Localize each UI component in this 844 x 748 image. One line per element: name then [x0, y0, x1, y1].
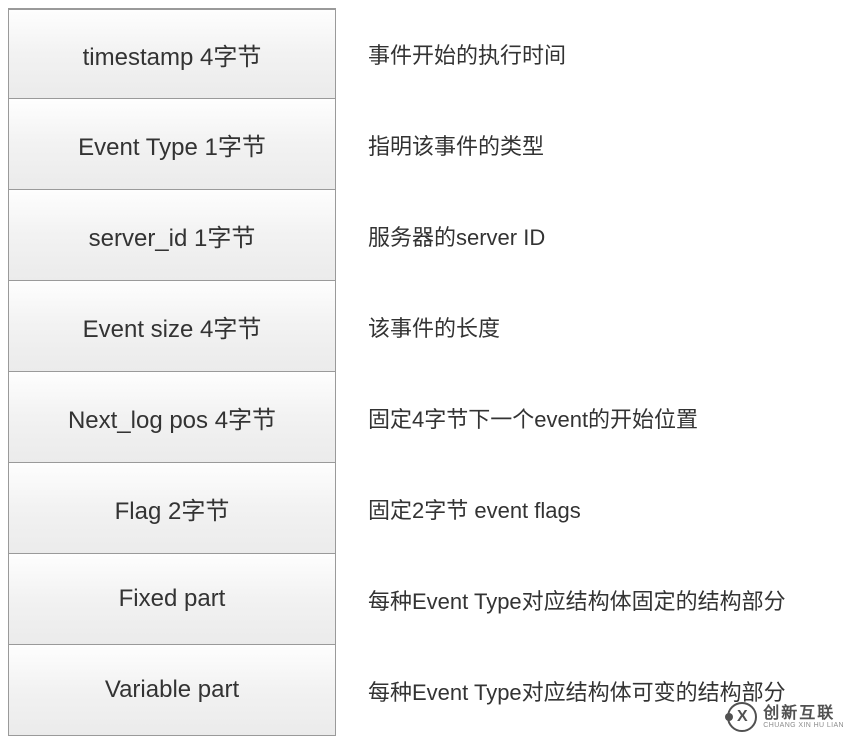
- field-label-timestamp: timestamp 4字节: [8, 8, 336, 99]
- field-desc-fixed-part: 每种Event Type对应结构体固定的结构部分: [336, 554, 786, 645]
- row-timestamp: timestamp 4字节 事件开始的执行时间: [8, 8, 836, 99]
- field-label-variable-part: Variable part: [8, 645, 336, 736]
- field-label-event-type: Event Type 1字节: [8, 99, 336, 190]
- field-label-event-size: Event size 4字节: [8, 281, 336, 372]
- row-event-type: Event Type 1字节 指明该事件的类型: [8, 99, 836, 190]
- field-desc-flag: 固定2字节 event flags: [336, 463, 581, 554]
- row-fixed-part: Fixed part 每种Event Type对应结构体固定的结构部分: [8, 554, 836, 645]
- row-server-id: server_id 1字节 服务器的server ID: [8, 190, 836, 281]
- field-desc-server-id: 服务器的server ID: [336, 190, 545, 281]
- watermark-logo-icon: [727, 702, 757, 732]
- field-label-fixed-part: Fixed part: [8, 554, 336, 645]
- field-desc-next-log-pos: 固定4字节下一个event的开始位置: [336, 372, 698, 463]
- row-variable-part: Variable part 每种Event Type对应结构体可变的结构部分: [8, 645, 836, 736]
- field-desc-timestamp: 事件开始的执行时间: [336, 8, 566, 99]
- field-desc-event-type: 指明该事件的类型: [336, 99, 544, 190]
- watermark-text: 创新互联 CHUANG XIN HU LIAN: [763, 706, 844, 729]
- watermark-en: CHUANG XIN HU LIAN: [763, 722, 844, 729]
- binlog-event-structure-diagram: timestamp 4字节 事件开始的执行时间 Event Type 1字节 指…: [8, 8, 836, 736]
- row-next-log-pos: Next_log pos 4字节 固定4字节下一个event的开始位置: [8, 372, 836, 463]
- field-label-flag: Flag 2字节: [8, 463, 336, 554]
- row-event-size: Event size 4字节 该事件的长度: [8, 281, 836, 372]
- field-label-next-log-pos: Next_log pos 4字节: [8, 372, 336, 463]
- watermark-cn: 创新互联: [763, 706, 844, 722]
- watermark: 创新互联 CHUANG XIN HU LIAN: [727, 702, 844, 732]
- row-flag: Flag 2字节 固定2字节 event flags: [8, 463, 836, 554]
- field-desc-event-size: 该事件的长度: [336, 281, 500, 372]
- field-label-server-id: server_id 1字节: [8, 190, 336, 281]
- field-desc-variable-part: 每种Event Type对应结构体可变的结构部分: [336, 645, 786, 736]
